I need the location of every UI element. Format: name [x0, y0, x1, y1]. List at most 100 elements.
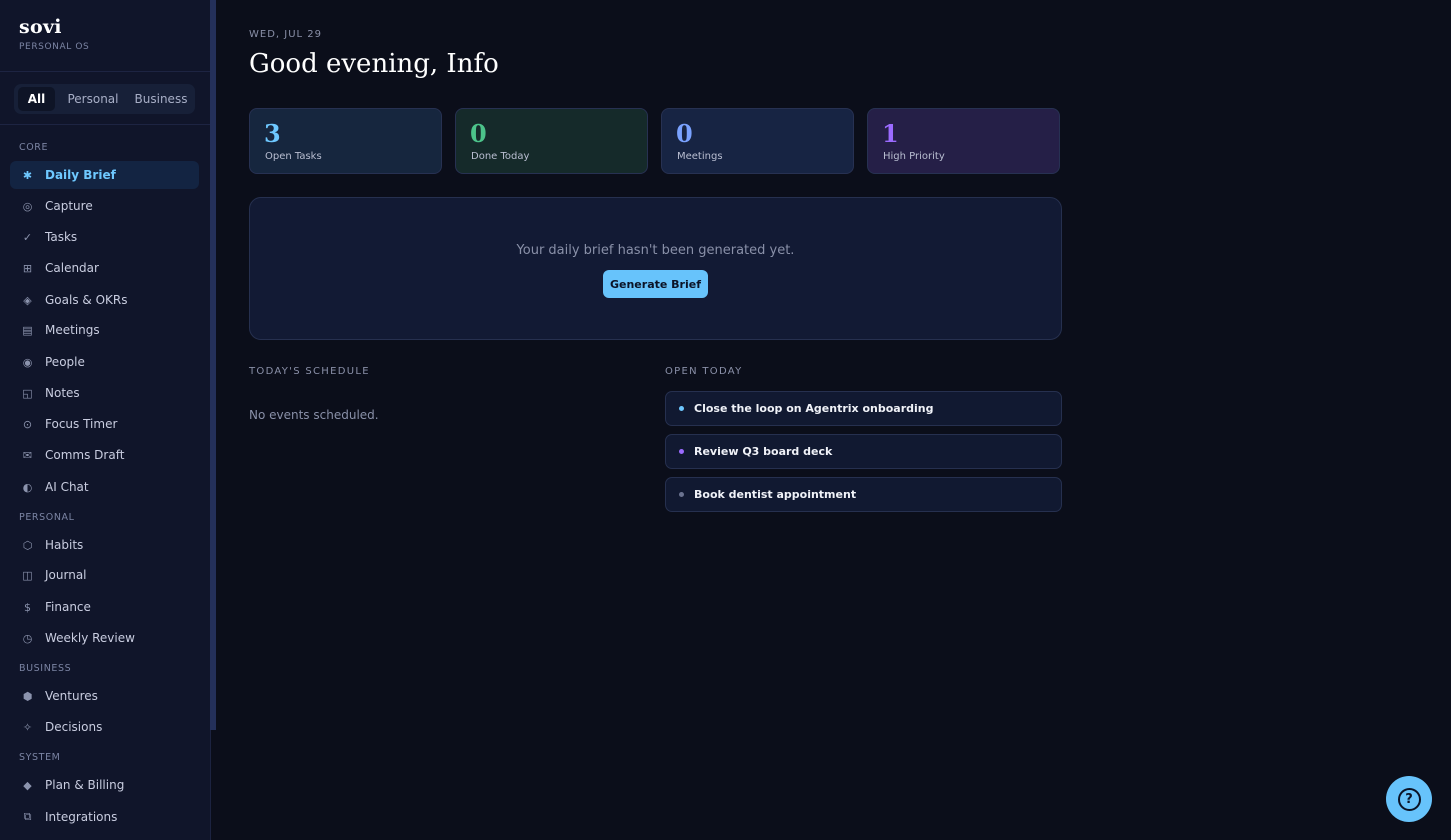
- nav-plan-billing[interactable]: ◆ Plan & Billing: [10, 771, 199, 799]
- nav-tasks[interactable]: ✓ Tasks: [10, 223, 199, 251]
- scope-switcher: All Personal Business: [14, 84, 195, 114]
- nav-goals-okrs[interactable]: ◈ Goals & OKRs: [10, 286, 199, 314]
- hexagon-filled-icon: ⬢: [22, 689, 33, 703]
- nav-label: Weekly Review: [45, 631, 135, 645]
- nav-comms-draft[interactable]: ✉ Comms Draft: [10, 441, 199, 469]
- priority-dot: [679, 449, 684, 454]
- asterisk-icon: ✱: [22, 168, 33, 182]
- nav-weekly-review[interactable]: ◷ Weekly Review: [10, 624, 199, 652]
- notes-icon: ◱: [22, 386, 33, 400]
- nav-label: Capture: [45, 199, 93, 213]
- nav-ai-chat[interactable]: ◐ AI Chat: [10, 473, 199, 501]
- nav-label: Goals & OKRs: [45, 293, 128, 307]
- nav-label: Daily Brief: [45, 168, 116, 182]
- nav-calendar[interactable]: ⊞ Calendar: [10, 254, 199, 282]
- scope-tab-business[interactable]: Business: [130, 87, 192, 111]
- people-icon: ◉: [22, 355, 33, 369]
- schedule-empty: No events scheduled.: [249, 408, 379, 422]
- greeting-title: Good evening, Info: [249, 49, 499, 79]
- scope-tab-all[interactable]: All: [18, 87, 55, 111]
- brief-empty-message: Your daily brief hasn't been generated y…: [516, 243, 795, 258]
- clock-icon: ◷: [22, 631, 33, 645]
- brand: sovi PERSONAL OS: [19, 16, 89, 52]
- brand-name: sovi: [19, 16, 62, 38]
- nav-label: Meetings: [45, 323, 100, 337]
- nav-label: Journal: [45, 568, 87, 582]
- mail-icon: ✉: [22, 448, 33, 462]
- nav-label: Plan & Billing: [45, 778, 125, 792]
- half-circle-icon: ◐: [22, 480, 33, 494]
- nav-finance[interactable]: $ Finance: [10, 593, 199, 621]
- help-icon: ?: [1397, 787, 1421, 811]
- diamond-icon: ◆: [23, 778, 32, 792]
- nav-label: Notes: [45, 386, 80, 400]
- stat-card-high-priority: 1 High Priority: [867, 108, 1060, 174]
- journal-icon: ◫: [22, 568, 33, 582]
- nav-journal[interactable]: ◫ Journal: [10, 561, 199, 589]
- task-title: Review Q3 board deck: [694, 445, 833, 458]
- nav-people[interactable]: ◉ People: [10, 348, 199, 376]
- nav-label: Habits: [45, 538, 84, 552]
- schedule-heading: TODAY'S SCHEDULE: [249, 366, 370, 377]
- meetings-icon: ▤: [22, 323, 33, 337]
- sidebar: sovi PERSONAL OS All Personal Business C…: [0, 0, 211, 840]
- hexagon-icon: ⬡: [22, 538, 33, 552]
- open-task-item[interactable]: Close the loop on Agentrix onboarding: [665, 391, 1062, 426]
- dollar-icon: $: [24, 600, 31, 614]
- stat-label: High Priority: [883, 151, 945, 162]
- section-core: CORE: [19, 142, 49, 153]
- timer-icon: ⊙: [22, 417, 33, 431]
- stat-card-open-tasks: 3 Open Tasks: [249, 108, 442, 174]
- calendar-grid-icon: ⊞: [22, 261, 33, 275]
- nav-label: Decisions: [45, 720, 103, 734]
- capture-icon: ◎: [22, 199, 33, 213]
- nav-habits[interactable]: ⬡ Habits: [10, 531, 199, 559]
- divider: [0, 124, 210, 125]
- priority-dot: [679, 406, 684, 411]
- stat-label: Meetings: [677, 151, 723, 162]
- nav-integrations[interactable]: ⧉ Integrations: [10, 803, 199, 831]
- date-label: WED, JUL 29: [249, 29, 323, 40]
- integrations-icon: ⧉: [23, 810, 32, 823]
- scope-tab-personal[interactable]: Personal: [61, 87, 125, 111]
- sparkle-icon: ✧: [22, 720, 33, 734]
- divider: [0, 71, 210, 72]
- nav-daily-brief[interactable]: ✱ Daily Brief: [10, 161, 199, 189]
- section-personal: PERSONAL: [19, 512, 75, 523]
- nav-label: Calendar: [45, 261, 99, 275]
- sidebar-scrollbar[interactable]: [210, 0, 216, 730]
- nav-label: Integrations: [45, 810, 118, 824]
- check-icon: ✓: [22, 230, 33, 244]
- nav-meetings[interactable]: ▤ Meetings: [10, 316, 199, 344]
- task-title: Book dentist appointment: [694, 488, 857, 501]
- generate-brief-button[interactable]: Generate Brief: [603, 270, 708, 298]
- stat-value: 0: [676, 119, 693, 148]
- stat-card-meetings: 0 Meetings: [661, 108, 854, 174]
- section-business: BUSINESS: [19, 663, 72, 674]
- daily-brief-card: Your daily brief hasn't been generated y…: [249, 197, 1062, 340]
- help-button[interactable]: ?: [1386, 776, 1432, 822]
- task-title: Close the loop on Agentrix onboarding: [694, 402, 934, 415]
- stat-label: Open Tasks: [265, 151, 322, 162]
- nav-label: Focus Timer: [45, 417, 118, 431]
- nav-label: People: [45, 355, 85, 369]
- nav-decisions[interactable]: ✧ Decisions: [10, 713, 199, 741]
- stat-value: 0: [470, 119, 487, 148]
- open-task-item[interactable]: Review Q3 board deck: [665, 434, 1062, 469]
- nav-ventures[interactable]: ⬢ Ventures: [10, 682, 199, 710]
- nav-label: Comms Draft: [45, 448, 125, 462]
- open-task-item[interactable]: Book dentist appointment: [665, 477, 1062, 512]
- stat-value: 1: [882, 119, 899, 148]
- brand-subtitle: PERSONAL OS: [19, 42, 90, 52]
- nav-notes[interactable]: ◱ Notes: [10, 379, 199, 407]
- stat-label: Done Today: [471, 151, 530, 162]
- stat-card-done-today: 0 Done Today: [455, 108, 648, 174]
- stat-value: 3: [264, 119, 281, 148]
- open-today-heading: OPEN TODAY: [665, 366, 743, 377]
- diamond-target-icon: ◈: [23, 293, 32, 307]
- nav-focus-timer[interactable]: ⊙ Focus Timer: [10, 410, 199, 438]
- section-system: SYSTEM: [19, 752, 61, 763]
- nav-label: Finance: [45, 600, 91, 614]
- nav-capture[interactable]: ◎ Capture: [10, 192, 199, 220]
- nav-label: Tasks: [45, 230, 78, 244]
